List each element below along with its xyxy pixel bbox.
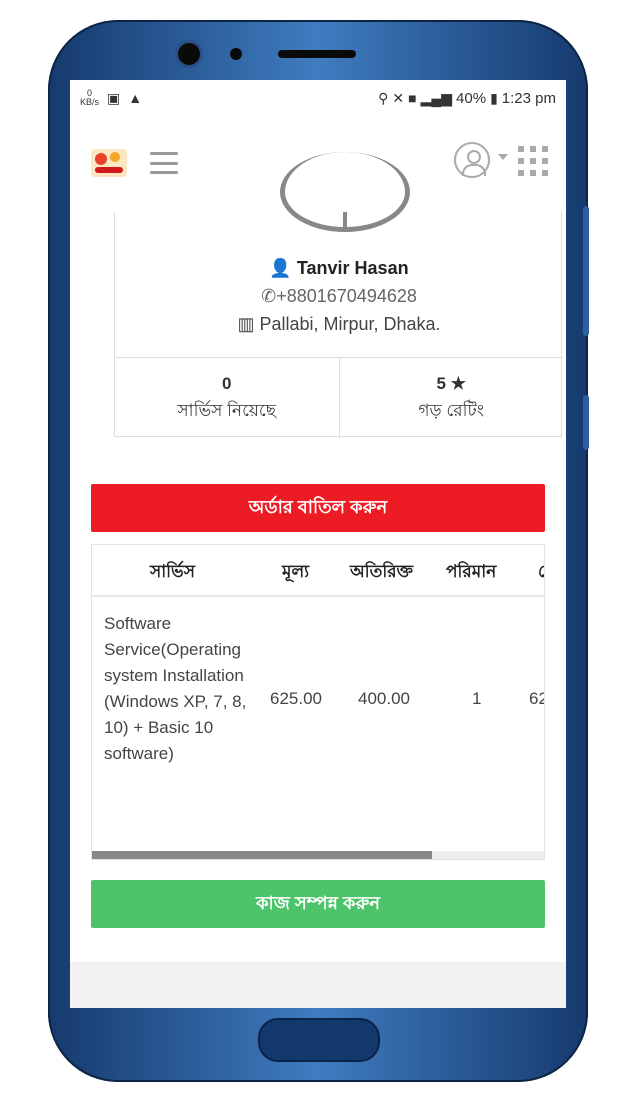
column-header-price: মূল্য [282,562,310,581]
grid-icon[interactable] [518,146,548,176]
cell-service: Software Service(Operating system Instal… [104,614,247,763]
power-button [583,395,589,450]
average-rating-row: 5 ★ [340,374,564,394]
provider-address-row: ▥ Pallabi, Mirpur, Dhaka. [115,314,563,335]
warning-icon: ▲ [128,90,143,106]
user-icon: 👤 [269,258,292,278]
provider-address: Pallabi, Mirpur, Dhaka. [259,314,441,334]
cancel-order-button[interactable]: অর্ডার বাতিল করুন [91,484,545,532]
cell-total: 62 [529,689,544,708]
hamburger-icon[interactable] [150,152,178,174]
front-camera [178,43,200,65]
battery-icon: ▮ [490,89,498,106]
services-taken-label: সার্ভিস নিয়েছে [177,401,277,420]
battery-percent: 40% [456,89,487,107]
provider-phone[interactable]: +8801670494628 [276,286,417,306]
screen: 0 KB/s ▣ ▲ ⚲ ✕ ■ ▂▄▆ 40% ▮ 1:23 pm 👤 Tan… [70,80,566,1008]
provider-phone-row: ✆+8801670494628 [115,286,563,307]
phone-icon: ✆ [261,286,277,306]
cell-price: 625.00 [270,689,322,708]
image-icon: ▣ [107,89,121,106]
services-taken-value: 0 [222,374,232,393]
volume-button [583,206,589,336]
notification-icon: ■ [408,90,417,106]
map-icon: ▥ [237,314,255,334]
proximity-sensor [230,48,242,60]
logo-icon [91,149,127,177]
order-table[interactable]: সার্ভিস মূল্য অতিরিক্ত পরিমান মে Softwar… [91,544,545,860]
provider-name-row: 👤 Tanvir Hasan [115,258,563,279]
location-icon: ⚲ [378,89,389,106]
table-header: সার্ভিস মূল্য অতিরিক্ত পরিমান মে [92,545,544,597]
column-header-service: সার্ভিস [150,562,195,581]
chevron-down-icon[interactable] [498,154,508,160]
avatar-placeholder-line [343,212,347,230]
column-header-quantity: পরিমান [446,562,497,581]
provider-stats: 0 সার্ভিস নিয়েছে 5 ★ গড় রেটিং [115,357,563,438]
clock: 1:23 pm [501,89,556,107]
home-button[interactable] [258,1018,380,1062]
scrollbar-thumb[interactable] [92,851,432,859]
horizontal-scrollbar[interactable] [92,851,544,859]
cell-extra: 400.00 [358,689,410,708]
mute-icon: ✕ [392,89,405,106]
column-header-extra: অতিরিক্ত [350,562,414,581]
network-speed: 0 KB/s [80,89,99,107]
earpiece-speaker [278,50,356,58]
signal-icon: ▂▄▆ [420,89,453,106]
cell-quantity: 1 [472,689,482,708]
star-icon: ★ [450,374,466,393]
column-header-total: মে [538,559,544,587]
status-bar: 0 KB/s ▣ ▲ ⚲ ✕ ■ ▂▄▆ 40% ▮ 1:23 pm [70,80,566,116]
app-logo[interactable] [88,144,130,182]
order-details: 👤 Tanvir Hasan ✆+8801670494628 ▥ Pallabi… [70,152,566,962]
user-circle-icon[interactable] [454,142,490,178]
provider-profile-card: 👤 Tanvir Hasan ✆+8801670494628 ▥ Pallabi… [114,152,563,438]
average-rating-label: গড় রেটিং [418,401,485,420]
services-taken-stat: 0 সার্ভিস নিয়েছে [115,358,339,438]
network-speed-unit: KB/s [80,97,100,107]
table-row: Software Service(Operating system Instal… [92,597,544,847]
provider-name: Tanvir Hasan [296,258,409,278]
complete-job-button[interactable]: কাজ সম্পন্ন করুন [91,880,545,928]
average-rating-stat: 5 ★ গড় রেটিং [338,358,564,438]
average-rating-value: 5 [436,374,446,393]
